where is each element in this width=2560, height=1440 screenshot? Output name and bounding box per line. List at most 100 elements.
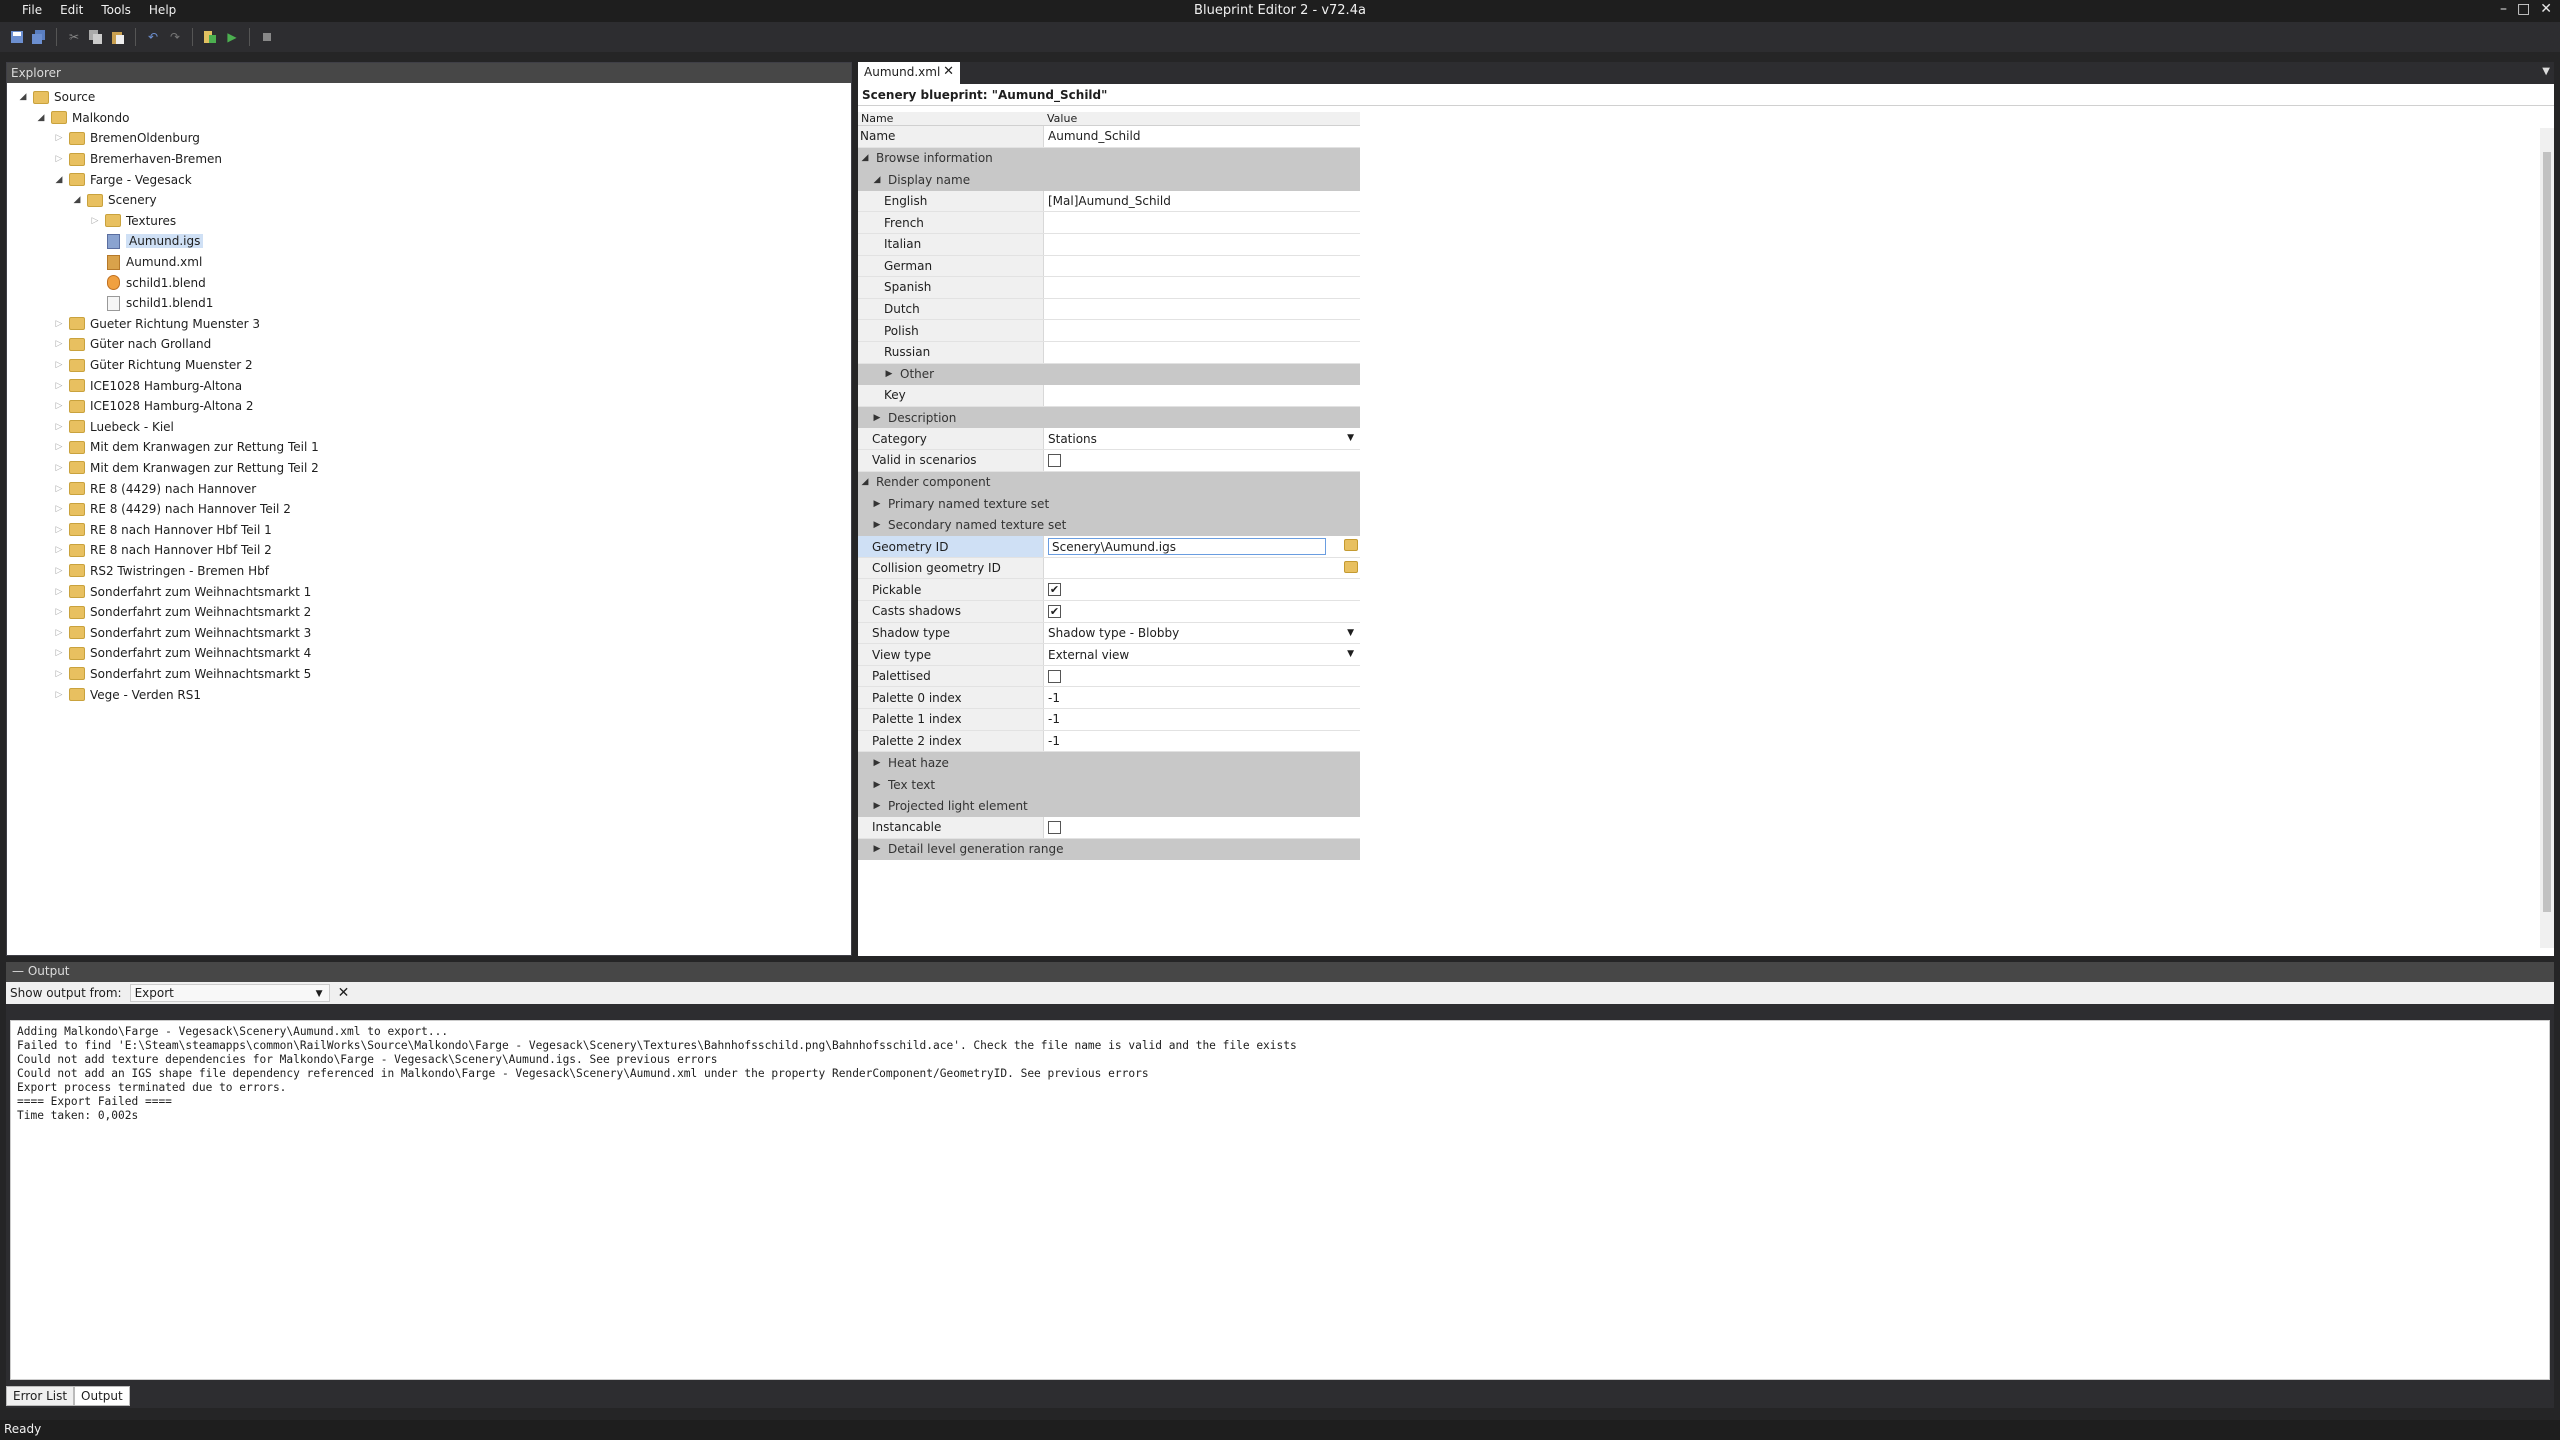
collapsed-arrow-icon[interactable]: ▶: [870, 499, 884, 509]
expanded-arrow-icon[interactable]: ◢: [53, 175, 65, 185]
tree-item[interactable]: ▷ Mit dem Kranwagen zur Rettung Teil 2: [7, 458, 851, 479]
collapsed-arrow-icon[interactable]: ▶: [870, 780, 884, 790]
run-icon[interactable]: ▶: [223, 28, 241, 46]
tree-item[interactable]: ▷ Textures: [7, 211, 851, 232]
tree-item[interactable]: schild1.blend: [7, 272, 851, 293]
collapsed-arrow-icon[interactable]: ▷: [53, 339, 65, 349]
property-value-cell[interactable]: -1: [1044, 709, 1360, 730]
section-header[interactable]: ▶ Heat haze: [858, 752, 1360, 774]
property-value-cell[interactable]: Stations ▼: [1044, 428, 1360, 449]
maximize-button[interactable]: □: [2517, 1, 2530, 17]
tree-item[interactable]: ▷ ICE1028 Hamburg-Altona: [7, 375, 851, 396]
close-window-button[interactable]: ✕: [2540, 1, 2552, 17]
collapsed-arrow-icon[interactable]: ▶: [870, 801, 884, 811]
close-tab-icon[interactable]: ✕: [943, 64, 954, 79]
collapsed-arrow-icon[interactable]: ▷: [53, 401, 65, 411]
clear-output-icon[interactable]: ✕: [338, 985, 350, 1001]
property-value-cell[interactable]: [1044, 450, 1360, 471]
tab-aumund-xml[interactable]: Aumund.xml ✕: [858, 62, 960, 84]
property-value-cell[interactable]: [1044, 212, 1360, 233]
collapsed-arrow-icon[interactable]: ▷: [53, 133, 65, 143]
collapsed-arrow-icon[interactable]: ▷: [53, 422, 65, 432]
collapsed-arrow-icon[interactable]: ▶: [870, 520, 884, 530]
section-header[interactable]: ▶ Description: [858, 406, 1360, 429]
collapsed-arrow-icon[interactable]: ▷: [53, 154, 65, 164]
tree-item[interactable]: ▷ RS2 Twistringen - Bremen Hbf: [7, 561, 851, 582]
collapsed-arrow-icon[interactable]: ▷: [53, 504, 65, 514]
tree-item[interactable]: Aumund.igs: [7, 231, 851, 252]
property-value-cell[interactable]: Aumund_Schild: [1044, 126, 1360, 147]
collapsed-arrow-icon[interactable]: ▷: [53, 587, 65, 597]
tree-item[interactable]: ▷ Güter Richtung Muenster 2: [7, 355, 851, 376]
output-source-select[interactable]: Export ▼: [129, 984, 330, 1002]
collapsed-arrow-icon[interactable]: ▷: [53, 442, 65, 452]
property-value-cell[interactable]: [Mal]Aumund_Schild: [1044, 191, 1360, 212]
property-value-cell[interactable]: [1044, 385, 1360, 406]
collapsed-arrow-icon[interactable]: ▷: [53, 319, 65, 329]
collapsed-arrow-icon[interactable]: ▷: [53, 360, 65, 370]
tree-item[interactable]: ▷ BremenOldenburg: [7, 128, 851, 149]
collapsed-arrow-icon[interactable]: ▷: [53, 669, 65, 679]
property-value-cell[interactable]: [1044, 256, 1360, 277]
tree-item[interactable]: ▷ Vege - Verden RS1: [7, 684, 851, 705]
property-value-cell[interactable]: [1044, 558, 1360, 579]
expanded-arrow-icon[interactable]: ◢: [17, 92, 29, 102]
unchecked-checkbox[interactable]: [1048, 453, 1061, 467]
expanded-arrow-icon[interactable]: ◢: [35, 113, 47, 123]
tree-item[interactable]: Aumund.xml: [7, 252, 851, 273]
save-icon[interactable]: [8, 28, 26, 46]
collapsed-arrow-icon[interactable]: ▷: [53, 545, 65, 555]
paste-icon[interactable]: [109, 28, 127, 46]
tab-error-list[interactable]: Error List: [6, 1386, 75, 1406]
tree-item[interactable]: ▷ Luebeck - Kiel: [7, 417, 851, 438]
tree-item[interactable]: ▷ Sonderfahrt zum Weihnachtsmarkt 3: [7, 622, 851, 643]
undo-icon[interactable]: ↶: [144, 28, 162, 46]
tree-item[interactable]: ◢ Malkondo: [7, 108, 851, 129]
chevron-down-icon[interactable]: ▼: [1347, 628, 1354, 638]
section-header[interactable]: ◢ Display name: [858, 169, 1360, 191]
property-value-cell[interactable]: [1044, 666, 1360, 687]
property-value-cell[interactable]: [1044, 277, 1360, 298]
property-value-cell[interactable]: [1044, 817, 1360, 838]
section-header[interactable]: ▶ Other: [858, 363, 1360, 386]
tree-item[interactable]: ▷ RE 8 nach Hannover Hbf Teil 1: [7, 519, 851, 540]
geometry-id-input[interactable]: Scenery\Aumund.igs: [1048, 538, 1326, 556]
section-header[interactable]: ◢ Render component: [858, 471, 1360, 494]
tree-item[interactable]: ▷ Gueter Richtung Muenster 3: [7, 314, 851, 335]
collapsed-arrow-icon[interactable]: ▷: [53, 690, 65, 700]
property-value-cell[interactable]: Shadow type - Blobby ▼: [1044, 623, 1360, 644]
collapsed-arrow-icon[interactable]: ▷: [53, 381, 65, 391]
editor-scrollbar[interactable]: [2540, 128, 2554, 948]
property-value-cell[interactable]: [1044, 234, 1360, 255]
collapsed-arrow-icon[interactable]: ▷: [53, 566, 65, 576]
browse-folder-icon[interactable]: [1344, 539, 1358, 552]
section-header[interactable]: ▶ Detail level generation range: [858, 838, 1360, 861]
tree-item[interactable]: ▷ Mit dem Kranwagen zur Rettung Teil 1: [7, 437, 851, 458]
property-value-cell[interactable]: -1: [1044, 731, 1360, 752]
scrollbar-thumb[interactable]: [2543, 152, 2551, 912]
property-value-cell[interactable]: -1: [1044, 687, 1360, 708]
tab-output[interactable]: Output: [74, 1386, 130, 1406]
section-header[interactable]: ▶ Tex text: [858, 773, 1360, 796]
collapsed-arrow-icon[interactable]: ▷: [53, 525, 65, 535]
tree-item[interactable]: ▷ Sonderfahrt zum Weihnachtsmarkt 1: [7, 581, 851, 602]
tree-item[interactable]: ▷ Sonderfahrt zum Weihnachtsmarkt 5: [7, 664, 851, 685]
export-icon[interactable]: [201, 28, 219, 46]
property-value-cell[interactable]: ✔: [1044, 601, 1360, 622]
tree-item[interactable]: ◢ Farge - Vegesack: [7, 169, 851, 190]
collapsed-arrow-icon[interactable]: ▶: [870, 413, 884, 423]
unchecked-checkbox[interactable]: [1048, 820, 1061, 834]
cut-icon[interactable]: ✂: [65, 28, 83, 46]
expanded-arrow-icon[interactable]: ◢: [858, 477, 872, 487]
save-all-icon[interactable]: [30, 28, 48, 46]
collapsed-arrow-icon[interactable]: ▷: [89, 216, 101, 226]
collapsed-arrow-icon[interactable]: ▶: [870, 844, 884, 854]
section-header[interactable]: ▶ Primary named texture set: [858, 493, 1360, 515]
minimize-button[interactable]: –: [2500, 1, 2507, 17]
collapsed-arrow-icon[interactable]: ▷: [53, 648, 65, 658]
collapse-icon[interactable]: —: [12, 964, 28, 978]
copy-icon[interactable]: [87, 28, 105, 46]
tree-item[interactable]: ▷ RE 8 (4429) nach Hannover: [7, 478, 851, 499]
tree-item[interactable]: ◢ Scenery: [7, 190, 851, 211]
checked-checkbox[interactable]: ✔: [1048, 583, 1061, 597]
